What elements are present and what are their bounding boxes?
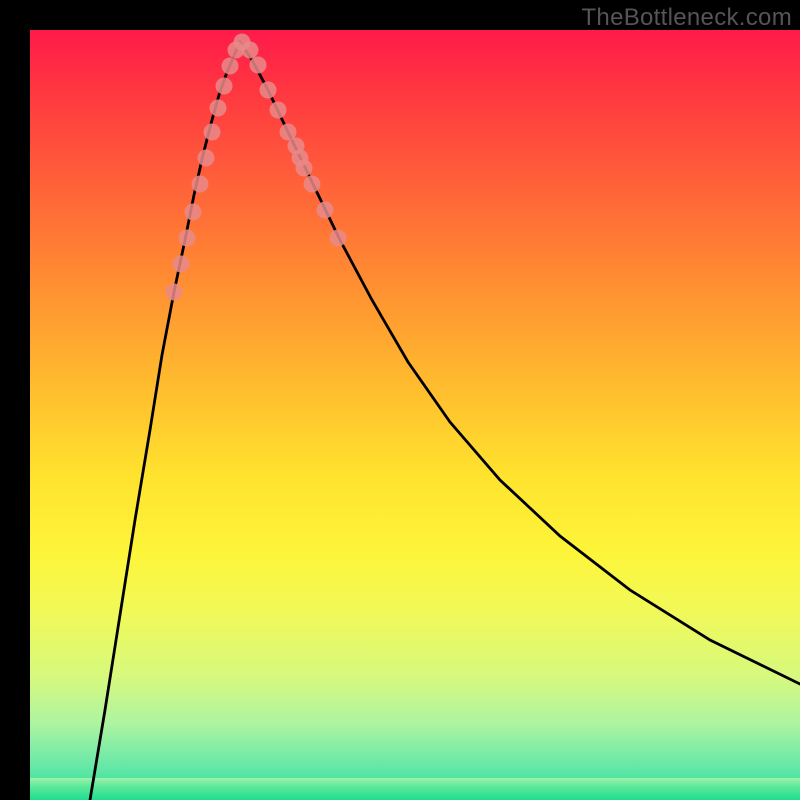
marker-dot — [242, 42, 259, 59]
marker-dot — [198, 150, 215, 167]
marker-dot — [185, 204, 202, 221]
watermark-text: TheBottleneck.com — [581, 4, 792, 32]
marker-dot — [270, 102, 287, 119]
marker-dot — [296, 160, 313, 177]
marker-dot — [204, 124, 221, 141]
marker-dot — [216, 78, 233, 95]
marker-dot — [250, 57, 267, 74]
marker-dot — [330, 230, 347, 247]
marker-dot — [192, 176, 209, 193]
marker-group — [166, 34, 347, 301]
marker-dot — [179, 230, 196, 247]
series-right-arm — [240, 42, 800, 684]
marker-dot — [222, 58, 239, 75]
marker-dot — [173, 256, 190, 273]
marker-dot — [166, 284, 183, 301]
marker-dot — [210, 100, 227, 117]
series-group — [90, 42, 800, 800]
series-left-arm — [90, 42, 240, 800]
curve-layer — [30, 30, 800, 800]
marker-dot — [304, 176, 321, 193]
marker-dot — [288, 138, 305, 155]
marker-dot — [260, 82, 277, 99]
marker-dot — [317, 202, 334, 219]
chart-frame: TheBottleneck.com — [0, 0, 800, 800]
plot-area — [30, 30, 800, 800]
